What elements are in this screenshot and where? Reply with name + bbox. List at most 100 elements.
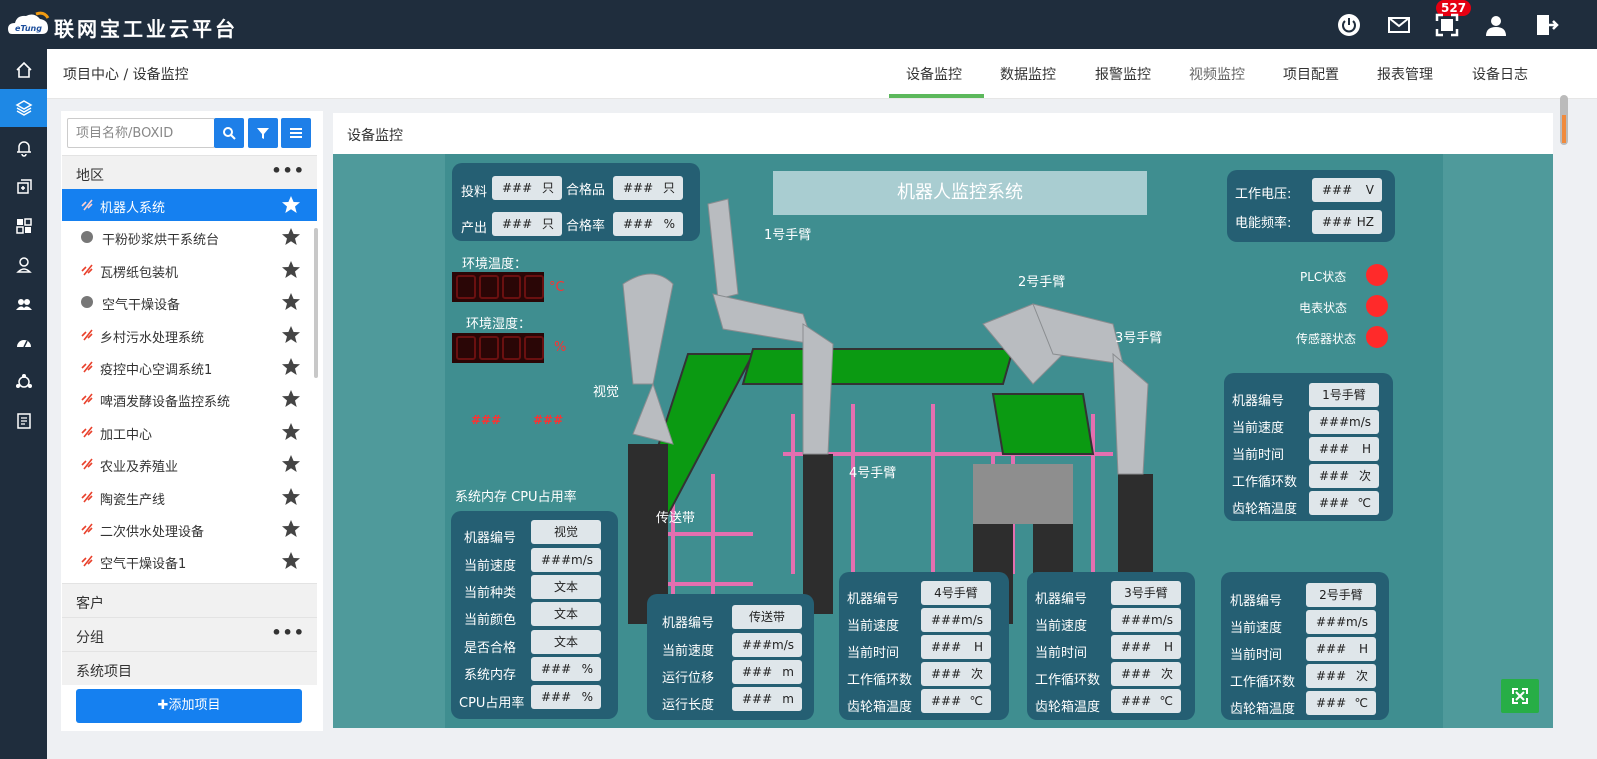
- arm1-cycle-unit: 次: [1358, 469, 1371, 483]
- nav-users[interactable]: [0, 285, 47, 323]
- arm2-id-value: 2号手臂: [1306, 583, 1376, 607]
- star-icon[interactable]: [281, 292, 301, 312]
- logo-text: eTung: [15, 24, 42, 33]
- star-icon[interactable]: [281, 519, 301, 539]
- filter-icon: [257, 128, 269, 139]
- star-icon[interactable]: [281, 227, 301, 247]
- more-icon[interactable]: •••: [271, 623, 305, 642]
- star-icon[interactable]: [281, 260, 301, 280]
- tab-alarm-monitor[interactable]: 报警监控: [1095, 64, 1151, 84]
- arm3-id-value: 3号手臂: [1111, 581, 1181, 605]
- freq-label: 电能频率:: [1235, 216, 1292, 231]
- arm4-speed-value-text: ###: [931, 613, 962, 627]
- link-broken-icon: [81, 523, 93, 535]
- nav-home[interactable]: [0, 51, 47, 89]
- nav-projects[interactable]: [0, 89, 47, 127]
- tab-project-config[interactable]: 项目配置: [1283, 64, 1339, 84]
- nav-dashboard[interactable]: [0, 207, 47, 245]
- vision-cpu-value: ###%: [531, 685, 601, 709]
- arm3-speed-value: ### m/s: [1111, 608, 1181, 632]
- star-icon[interactable]: [281, 551, 301, 571]
- vision-id-value: 视觉: [531, 520, 601, 544]
- arm4-id-value: 4号手臂: [921, 581, 991, 605]
- list-item-label: 乡村污水处理系统: [100, 330, 205, 346]
- conveyor-speed-value: ### m/s: [732, 633, 802, 657]
- list-item[interactable]: 疫控中心空调系统1: [62, 351, 317, 383]
- conveyor-disp-value-text: ###: [742, 665, 773, 679]
- mail-icon[interactable]: [1386, 12, 1412, 38]
- vision-id-label: 机器编号: [464, 531, 517, 546]
- section-customer[interactable]: 客户: [62, 583, 317, 617]
- breadcrumb[interactable]: 项目中心 / 设备监控: [63, 64, 189, 84]
- arm2-gear-value: ### ℃: [1306, 691, 1376, 715]
- tab-video-monitor[interactable]: 视频监控: [1189, 64, 1245, 84]
- list-item[interactable]: 干粉砂浆烘干系统台: [62, 221, 317, 253]
- tab-report-management[interactable]: 报表管理: [1377, 64, 1433, 84]
- tab-data-monitor[interactable]: 数据监控: [1000, 64, 1056, 84]
- list-item[interactable]: 空气干燥设备1: [62, 545, 317, 577]
- vision-mem-unit: %: [581, 662, 593, 676]
- star-icon[interactable]: [281, 422, 301, 442]
- link-broken-icon: [81, 329, 93, 341]
- arm4-speed-unit: m/s: [961, 613, 983, 627]
- sensor-status-label: 传感器状态: [1296, 332, 1357, 346]
- list-item[interactable]: 加工中心: [62, 416, 317, 448]
- arm1-gear-value: ### ℃: [1309, 491, 1379, 515]
- vision-pass-value-text: 文本: [553, 635, 578, 649]
- menu-button[interactable]: [281, 118, 311, 148]
- power-icon[interactable]: [1336, 12, 1362, 38]
- vision-cpu-unit: %: [581, 690, 593, 704]
- arm1-speed-value: ### m/s: [1309, 410, 1379, 434]
- arm4-speed-value: ### m/s: [921, 608, 991, 632]
- nav-add[interactable]: [0, 168, 47, 206]
- arm4-time-value: ### H: [921, 635, 991, 659]
- search-input[interactable]: [67, 118, 215, 148]
- star-icon[interactable]: [281, 487, 301, 507]
- list-item[interactable]: 瓦楞纸包装机: [62, 254, 317, 286]
- add-project-button[interactable]: ✚添加项目: [76, 689, 302, 723]
- arm1-cycle-value-text: ###: [1319, 469, 1350, 483]
- search-button[interactable]: [214, 118, 244, 148]
- env-humid-label: 环境湿度：: [466, 317, 532, 332]
- list-item[interactable]: 啤酒发酵设备监控系统: [62, 383, 317, 415]
- star-icon[interactable]: [281, 195, 301, 215]
- freq-unit: HZ: [1356, 215, 1374, 229]
- section-system[interactable]: 系统项目: [62, 651, 317, 685]
- conveyor-id-label: 机器编号: [662, 616, 715, 631]
- tab-device-log[interactable]: 设备日志: [1472, 64, 1528, 84]
- list-item[interactable]: 农业及养殖业: [62, 448, 317, 480]
- list-item[interactable]: 空气干燥设备: [62, 286, 317, 318]
- star-icon[interactable]: [281, 357, 301, 377]
- vision-kind-label: 当前种类: [464, 586, 517, 601]
- page-scrollbar-thumb[interactable]: [1562, 115, 1566, 143]
- star-icon[interactable]: [281, 325, 301, 345]
- section-region[interactable]: 地区 •••: [62, 155, 317, 189]
- star-icon[interactable]: [281, 389, 301, 409]
- list-item[interactable]: 陶瓷生产线: [62, 481, 317, 513]
- nav-network[interactable]: [0, 363, 47, 401]
- more-icon[interactable]: •••: [271, 161, 305, 180]
- vision-speed-value: ### m/s: [531, 548, 601, 572]
- star-icon[interactable]: [281, 454, 301, 474]
- rate-unit: %: [663, 217, 675, 231]
- list-item[interactable]: 二次供水处理设备: [62, 513, 317, 545]
- list-item[interactable]: 乡村污水处理系统: [62, 319, 317, 351]
- tab-device-monitor[interactable]: 设备监控: [906, 64, 962, 84]
- list-scrollbar[interactable]: [314, 228, 318, 378]
- nav-alarms[interactable]: [0, 129, 47, 167]
- arm1-speed-label: 当前速度: [1232, 421, 1285, 436]
- section-group[interactable]: 分组 •••: [62, 617, 317, 651]
- fullscreen-icon[interactable]: [1434, 12, 1460, 38]
- filter-button[interactable]: [248, 118, 278, 148]
- nav-logs[interactable]: [0, 402, 47, 440]
- nav-gauge[interactable]: [0, 324, 47, 362]
- expand-button[interactable]: [1501, 679, 1539, 713]
- user-icon[interactable]: [1483, 12, 1509, 38]
- nav-user-location[interactable]: [0, 246, 47, 284]
- arm1-gear-value-text: ###: [1319, 496, 1350, 510]
- arm4-speed-label: 当前速度: [847, 619, 900, 634]
- arm4-cycle-unit: 次: [970, 667, 983, 681]
- list-item[interactable]: 机器人系统: [62, 189, 317, 221]
- list-item-label: 疫控中心空调系统1: [100, 363, 213, 378]
- logout-icon[interactable]: [1533, 12, 1559, 38]
